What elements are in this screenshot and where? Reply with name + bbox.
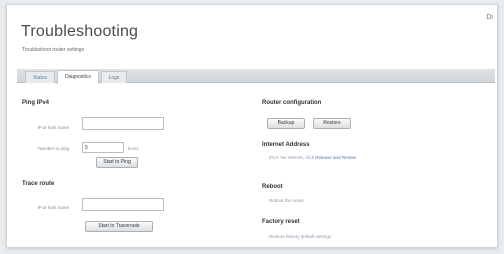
ping-number-label: Number to ping	[38, 146, 69, 151]
troubleshooting-window: Di Troubleshooting Troubleshoot router s…	[6, 4, 498, 248]
tab-status[interactable]: Status	[25, 71, 55, 83]
page-subtitle: Troubleshoot router settings	[22, 47, 85, 53]
ping-number-input[interactable]	[82, 142, 124, 153]
traceroute-section-title: Trace route	[22, 181, 55, 187]
page-title: Troubleshooting	[21, 23, 139, 40]
restore-button[interactable]: Restore	[313, 118, 351, 129]
ping-unit: times	[128, 146, 139, 151]
start-traceroute-button[interactable]: Start to Traceroute	[85, 221, 153, 232]
tab-logs[interactable]: Logs	[101, 71, 127, 83]
traceroute-host-input[interactable]	[82, 198, 164, 211]
tab-bar: Status Diagnostics Logs	[17, 69, 495, 84]
reboot-title: Reboot	[262, 184, 283, 190]
ping-section-title: Ping IPv4	[22, 100, 50, 106]
tab-diagnostics[interactable]: Diagnostics	[57, 70, 99, 84]
corner-label: Di	[486, 14, 493, 21]
start-ping-button[interactable]: Start to Ping	[96, 157, 138, 168]
traceroute-host-label: IP or host name	[37, 205, 69, 210]
ping-host-input[interactable]	[82, 117, 164, 130]
internet-address-hint: IPv4: No Internet, click Release and Ren…	[269, 155, 356, 160]
backup-button[interactable]: Backup	[267, 118, 305, 129]
factory-reset-title: Factory reset	[262, 219, 300, 225]
release-renew-link[interactable]: Release and Renew	[315, 155, 356, 160]
router-config-title: Router configuration	[262, 100, 322, 106]
ping-host-label: IP or host name	[37, 125, 69, 130]
internet-address-hint-text: IPv4: No Internet, click	[269, 155, 315, 160]
internet-address-title: Internet Address	[262, 142, 310, 148]
reboot-link[interactable]: Reboot the router	[269, 198, 304, 203]
factory-reset-link[interactable]: Restore factory default settings	[269, 234, 331, 239]
